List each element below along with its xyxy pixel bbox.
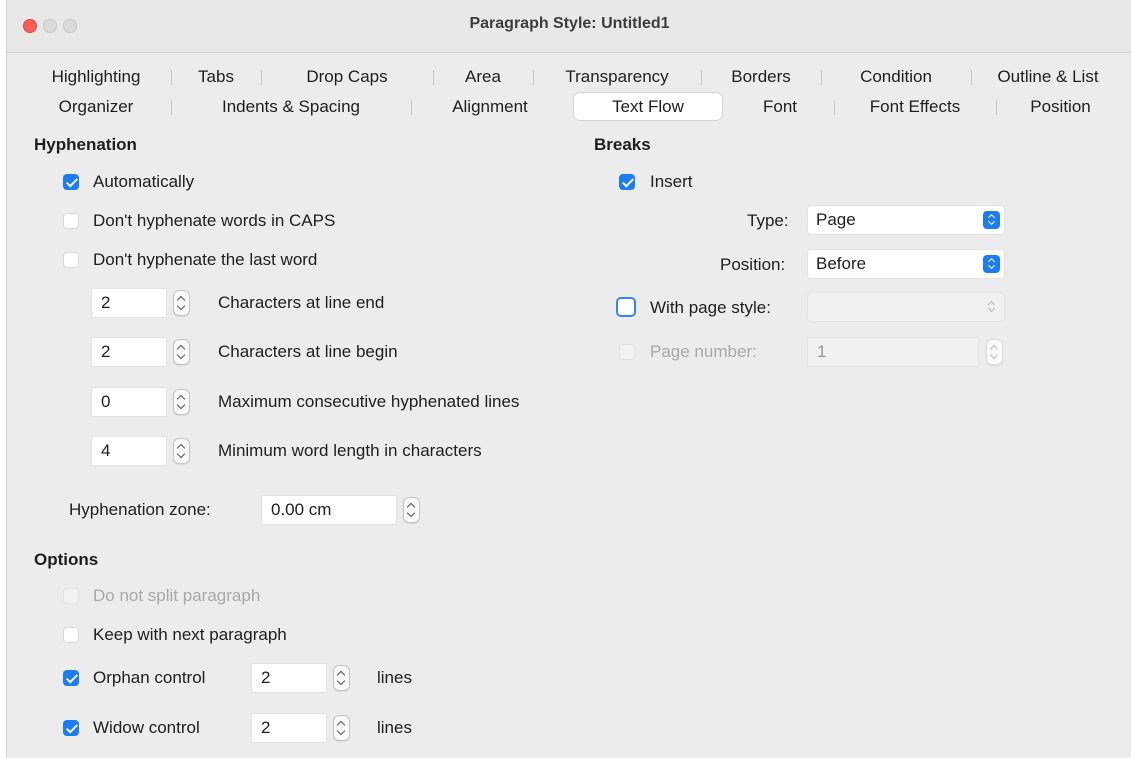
break-position-label: Position: bbox=[720, 255, 786, 274]
widow-lines-unit: lines bbox=[377, 718, 412, 737]
tab-highlighting[interactable]: Highlighting bbox=[21, 62, 171, 92]
chars-line-end-stepper[interactable] bbox=[173, 290, 190, 316]
break-type-value: Page bbox=[816, 210, 856, 229]
break-type-select[interactable]: Page bbox=[807, 205, 1005, 235]
window-title: Paragraph Style: Untitled1 bbox=[469, 15, 670, 32]
tab-outline-list[interactable]: Outline & List bbox=[971, 62, 1125, 92]
page-number-checkbox[interactable] bbox=[619, 344, 635, 360]
page-number-field[interactable]: 1 bbox=[807, 337, 979, 367]
page-number-stepper[interactable] bbox=[986, 339, 1003, 365]
hyphenation-zone-stepper[interactable] bbox=[403, 497, 420, 523]
no-caps-checkbox[interactable] bbox=[63, 213, 79, 229]
keep-with-next-label: Keep with next paragraph bbox=[93, 625, 287, 644]
tab-area[interactable]: Area bbox=[433, 62, 533, 92]
options-heading: Options bbox=[34, 550, 99, 569]
with-page-style-checkbox[interactable] bbox=[616, 297, 636, 317]
tab-indents-spacing[interactable]: Indents & Spacing bbox=[171, 92, 411, 122]
orphan-control-checkbox[interactable] bbox=[63, 670, 79, 686]
chars-line-end-label: Characters at line end bbox=[218, 293, 385, 312]
widow-lines-field[interactable]: 2 bbox=[251, 713, 327, 743]
chevron-up-down-icon bbox=[983, 255, 1000, 273]
chevron-up-down-icon bbox=[983, 211, 1000, 229]
page-style-select[interactable] bbox=[807, 292, 1005, 322]
do-not-split-label: Do not split paragraph bbox=[93, 586, 261, 605]
chars-line-end-field[interactable]: 2 bbox=[91, 288, 167, 318]
orphan-lines-stepper[interactable] bbox=[333, 665, 350, 691]
page-number-label: Page number: bbox=[650, 342, 757, 361]
chars-line-begin-field[interactable]: 2 bbox=[91, 337, 167, 367]
no-caps-label: Don't hyphenate words in CAPS bbox=[93, 211, 336, 230]
hyphenation-zone-label: Hyphenation zone: bbox=[69, 500, 211, 519]
chars-line-begin-stepper[interactable] bbox=[173, 339, 190, 365]
tab-condition[interactable]: Condition bbox=[821, 62, 971, 92]
automatically-checkbox[interactable] bbox=[63, 174, 79, 190]
widow-lines-stepper[interactable] bbox=[333, 715, 350, 741]
widow-control-checkbox[interactable] bbox=[63, 720, 79, 736]
with-page-style-label: With page style: bbox=[650, 298, 771, 317]
insert-break-label: Insert bbox=[650, 172, 693, 191]
min-word-length-label: Minimum word length in characters bbox=[218, 441, 482, 460]
automatically-label: Automatically bbox=[93, 172, 195, 191]
tab-transparency[interactable]: Transparency bbox=[533, 62, 701, 92]
orphan-control-label: Orphan control bbox=[93, 668, 206, 687]
tab-row-2: Organizer Indents & Spacing Alignment Te… bbox=[21, 92, 1125, 122]
orphan-lines-field[interactable]: 2 bbox=[251, 663, 327, 693]
do-not-split-checkbox[interactable] bbox=[63, 588, 79, 604]
orphan-lines-unit: lines bbox=[377, 668, 412, 687]
chevron-up-down-icon bbox=[983, 298, 1000, 316]
break-position-select[interactable]: Before bbox=[807, 249, 1005, 279]
tab-borders[interactable]: Borders bbox=[701, 62, 821, 92]
tab-tabs[interactable]: Tabs bbox=[171, 62, 261, 92]
tab-text-flow[interactable]: Text Flow bbox=[574, 93, 722, 120]
max-consecutive-field[interactable]: 0 bbox=[91, 387, 167, 417]
tab-row-1: Highlighting Tabs Drop Caps Area Transpa… bbox=[21, 62, 1125, 92]
widow-control-label: Widow control bbox=[93, 718, 200, 737]
chars-line-begin-label: Characters at line begin bbox=[218, 342, 398, 361]
hyphenation-zone-field[interactable]: 0.00 cm bbox=[261, 495, 397, 525]
breaks-heading: Breaks bbox=[594, 135, 651, 154]
max-consecutive-stepper[interactable] bbox=[173, 389, 190, 415]
keep-with-next-checkbox[interactable] bbox=[63, 627, 79, 643]
tab-alignment[interactable]: Alignment bbox=[411, 92, 569, 122]
tab-organizer[interactable]: Organizer bbox=[21, 92, 171, 122]
break-position-value: Before bbox=[816, 254, 867, 273]
min-word-length-field[interactable]: 4 bbox=[91, 436, 167, 466]
no-last-word-label: Don't hyphenate the last word bbox=[93, 250, 318, 269]
paragraph-style-dialog: Paragraph Style: Untitled1 Highlighting … bbox=[6, 0, 1131, 758]
tab-font-effects[interactable]: Font Effects bbox=[834, 92, 996, 122]
max-consecutive-label: Maximum consecutive hyphenated lines bbox=[218, 392, 520, 411]
tab-position[interactable]: Position bbox=[996, 92, 1125, 122]
tab-drop-caps[interactable]: Drop Caps bbox=[261, 62, 433, 92]
break-type-label: Type: bbox=[747, 211, 789, 230]
title-bar: Paragraph Style: Untitled1 bbox=[7, 0, 1131, 53]
hyphenation-heading: Hyphenation bbox=[34, 135, 137, 154]
min-word-length-stepper[interactable] bbox=[173, 438, 190, 464]
tab-font[interactable]: Font bbox=[726, 92, 834, 122]
no-last-word-checkbox[interactable] bbox=[63, 252, 79, 268]
insert-break-checkbox[interactable] bbox=[619, 174, 635, 190]
